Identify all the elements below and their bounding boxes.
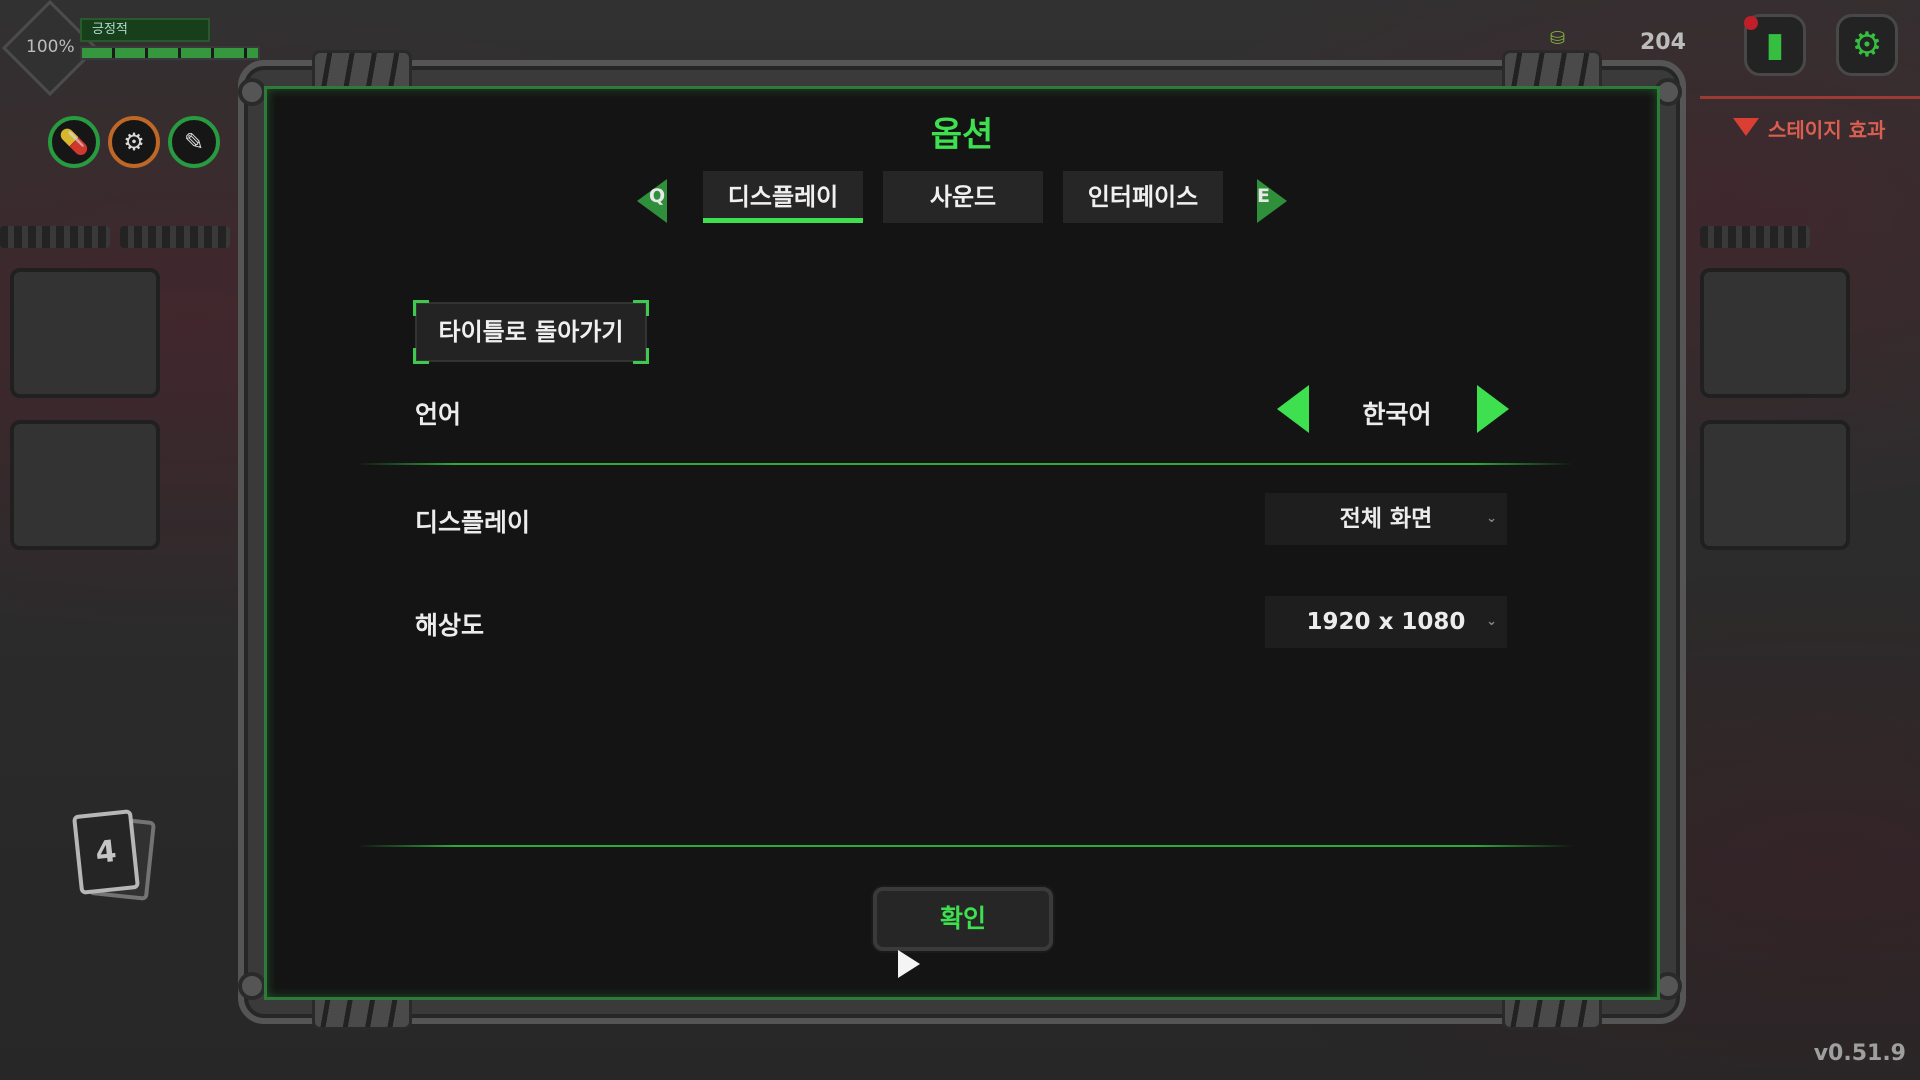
chevron-down-icon: ⌄: [1486, 511, 1497, 526]
frame-bolt: [238, 972, 266, 1000]
frame-bolt: [238, 78, 266, 106]
tab-interface[interactable]: 인터페이스: [1063, 171, 1223, 223]
language-label: 언어: [415, 400, 462, 429]
tab-display[interactable]: 디스플레이: [703, 171, 863, 223]
chevron-down-icon: ⌄: [1486, 614, 1497, 629]
button-corner: [633, 300, 649, 316]
options-dialog: 옵션 Q 디스플레이 사운드 인터페이스 E 타이틀로 돌아가기 언어 한국어 …: [264, 86, 1660, 1000]
section-divider: [357, 463, 1573, 465]
mouse-cursor-icon: [898, 950, 920, 978]
back-to-title-button[interactable]: 타이틀로 돌아가기: [415, 302, 647, 362]
button-corner: [633, 348, 649, 364]
dialog-title: 옵션: [930, 115, 994, 155]
resolution-label: 해상도: [415, 611, 485, 640]
next-tab-key: E: [1257, 185, 1270, 207]
button-corner: [413, 300, 429, 316]
resolution-value: 1920 x 1080: [1306, 609, 1466, 635]
confirm-button[interactable]: 확인: [873, 887, 1053, 951]
resolution-select[interactable]: 1920 x 1080 ⌄: [1265, 596, 1507, 648]
button-corner: [413, 348, 429, 364]
language-value: 한국어: [1362, 400, 1432, 429]
display-mode-select[interactable]: 전체 화면 ⌄: [1265, 493, 1507, 545]
tab-sound[interactable]: 사운드: [883, 171, 1043, 223]
display-label: 디스플레이: [415, 508, 531, 537]
language-next-arrow-icon[interactable]: [1477, 385, 1509, 433]
language-prev-arrow-icon[interactable]: [1277, 385, 1309, 433]
prev-tab-key: Q: [649, 185, 666, 207]
footer-divider: [357, 845, 1573, 847]
display-mode-value: 전체 화면: [1339, 506, 1433, 532]
